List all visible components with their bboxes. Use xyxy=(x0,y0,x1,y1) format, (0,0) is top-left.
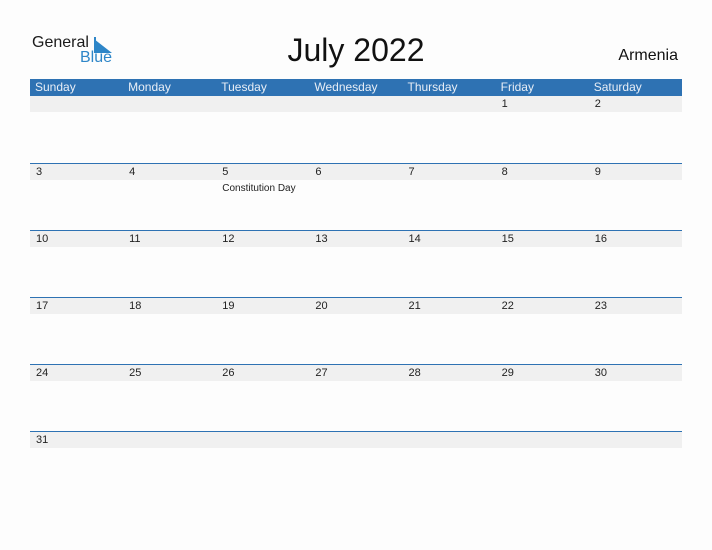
holiday-label: Constitution Day xyxy=(222,183,296,194)
day-cell[interactable]: 31 xyxy=(30,432,123,448)
day-cell[interactable]: 3 xyxy=(30,164,123,180)
day-number: 22 xyxy=(501,300,514,312)
day-cell xyxy=(403,96,496,112)
day-number: 18 xyxy=(129,300,142,312)
day-number: 16 xyxy=(594,233,607,245)
day-cell xyxy=(309,96,402,112)
day-cell[interactable]: 21 xyxy=(403,298,496,314)
day-cell[interactable]: 17 xyxy=(30,298,123,314)
week-row: 31 xyxy=(30,431,682,498)
day-cell[interactable]: 11 xyxy=(123,231,216,247)
day-cell[interactable]: 19 xyxy=(216,298,309,314)
day-number: 14 xyxy=(408,233,421,245)
date-strip: 10 11 12 13 14 15 16 xyxy=(30,231,682,247)
day-number: 24 xyxy=(36,367,49,379)
calendar-grid: Sunday Monday Tuesday Wednesday Thursday Frid… xyxy=(30,79,682,498)
country-label: Armenia xyxy=(618,47,678,64)
day-number: 20 xyxy=(315,300,328,312)
day-cell[interactable]: 14 xyxy=(403,231,496,247)
day-cell[interactable]: 26 xyxy=(216,365,309,381)
weeks-container: 1 2 3 4 5 Constitution Day 6 7 8 9 10 11 12 13 14 15 16 1… xyxy=(30,96,682,498)
day-cell xyxy=(589,432,682,448)
day-number: 5 xyxy=(222,166,229,178)
day-number: 25 xyxy=(129,367,142,379)
day-cell xyxy=(123,432,216,448)
day-cell[interactable]: 7 xyxy=(403,164,496,180)
day-number: 2 xyxy=(594,98,601,110)
day-cell[interactable]: 27 xyxy=(309,365,402,381)
date-strip: 3 4 5 Constitution Day 6 7 8 9 xyxy=(30,164,682,194)
day-number: 3 xyxy=(36,166,43,178)
weekday-saturday: Saturday xyxy=(593,80,642,94)
day-cell[interactable]: 13 xyxy=(309,231,402,247)
weekday-wednesday: Wednesday xyxy=(314,80,378,94)
day-cell[interactable]: 30 xyxy=(589,365,682,381)
day-number: 10 xyxy=(36,233,49,245)
weekday-header: Sunday Monday Tuesday Wednesday Thursday Frid… xyxy=(30,79,682,96)
day-cell[interactable]: 25 xyxy=(123,365,216,381)
day-number: 23 xyxy=(594,300,607,312)
week-row: 3 4 5 Constitution Day 6 7 8 9 xyxy=(30,163,682,230)
day-cell[interactable]: 1 xyxy=(496,96,589,112)
day-cell[interactable]: 2 xyxy=(589,96,682,112)
day-cell[interactable]: 24 xyxy=(30,365,123,381)
day-cell[interactable]: 29 xyxy=(496,365,589,381)
day-number: 21 xyxy=(408,300,421,312)
day-number: 11 xyxy=(129,233,141,245)
date-strip: 24 25 26 27 28 29 30 xyxy=(30,365,682,381)
date-strip: 31 xyxy=(30,432,682,448)
day-cell xyxy=(30,96,123,112)
day-cell xyxy=(309,432,402,448)
day-number: 26 xyxy=(222,367,235,379)
page-title: July 2022 xyxy=(287,32,425,68)
day-cell[interactable]: 16 xyxy=(589,231,682,247)
day-number: 31 xyxy=(36,434,49,446)
day-cell[interactable]: 6 xyxy=(309,164,402,180)
day-number: 12 xyxy=(222,233,235,245)
day-cell[interactable]: 10 xyxy=(30,231,123,247)
day-number: 9 xyxy=(594,166,601,178)
day-number: 30 xyxy=(594,367,607,379)
week-row: 10 11 12 13 14 15 16 xyxy=(30,230,682,297)
day-number: 17 xyxy=(36,300,49,312)
week-row: 24 25 26 27 28 29 30 xyxy=(30,364,682,431)
day-cell[interactable]: 18 xyxy=(123,298,216,314)
weekday-tuesday: Tuesday xyxy=(221,80,267,94)
day-number: 29 xyxy=(501,367,514,379)
week-row: 12 xyxy=(30,96,682,163)
week-row: 17 18 19 20 21 22 23 xyxy=(30,297,682,364)
day-cell[interactable]: 23 xyxy=(589,298,682,314)
day-cell xyxy=(216,432,309,448)
day-number: 8 xyxy=(501,166,508,178)
day-number: 1 xyxy=(501,98,508,110)
day-number: 13 xyxy=(315,233,328,245)
day-cell[interactable]: 9 xyxy=(589,164,682,180)
weekday-thursday: Thursday xyxy=(407,80,458,94)
day-cell xyxy=(216,96,309,112)
day-cell[interactable]: 28 xyxy=(403,365,496,381)
day-number: 4 xyxy=(129,166,136,178)
date-strip: 12 xyxy=(30,96,682,112)
day-cell xyxy=(123,96,216,112)
day-cell xyxy=(496,432,589,448)
weekday-monday: Monday xyxy=(128,80,171,94)
day-number: 7 xyxy=(408,166,415,178)
day-number: 27 xyxy=(315,367,328,379)
day-number: 6 xyxy=(315,166,322,178)
weekday-sunday: Sunday xyxy=(35,80,76,94)
date-strip: 17 18 19 20 21 22 23 xyxy=(30,298,682,314)
weekday-friday: Friday xyxy=(500,80,534,94)
day-number: 15 xyxy=(501,233,514,245)
day-cell[interactable]: 15 xyxy=(496,231,589,247)
day-cell[interactable]: 5 Constitution Day xyxy=(216,164,309,194)
day-cell[interactable]: 22 xyxy=(496,298,589,314)
day-number: 28 xyxy=(408,367,421,379)
day-cell[interactable]: 12 xyxy=(216,231,309,247)
day-number: 19 xyxy=(222,300,235,312)
day-cell xyxy=(403,432,496,448)
day-cell[interactable]: 20 xyxy=(309,298,402,314)
day-cell[interactable]: 4 xyxy=(123,164,216,180)
day-cell[interactable]: 8 xyxy=(496,164,589,180)
